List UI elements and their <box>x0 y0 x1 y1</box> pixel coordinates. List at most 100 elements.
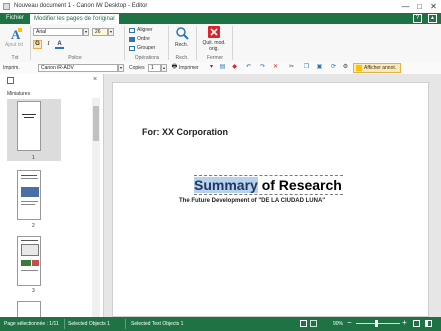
thumb-image <box>21 260 31 266</box>
font-size-dropdown[interactable]: ▾ <box>108 28 114 36</box>
thumb-line <box>21 178 38 179</box>
thumb-line <box>21 201 38 202</box>
bookmark-icon[interactable]: ◆ <box>231 64 238 71</box>
thumbnail-page-3[interactable] <box>17 236 41 286</box>
copies-stepper[interactable]: ▴ <box>161 64 167 72</box>
single-page-view-icon[interactable] <box>300 320 307 327</box>
print-button[interactable]: Imprimer <box>179 65 199 71</box>
thumb-image <box>21 187 39 197</box>
align-button[interactable]: Aligner <box>137 27 153 33</box>
printer-dropdown[interactable]: ▾ <box>118 64 124 72</box>
thumb-line <box>21 204 35 205</box>
search-icon[interactable] <box>175 26 189 40</box>
thumb-line <box>24 117 34 118</box>
ribbon-tab-bar: Fichier Modifier les pages de l'original… <box>0 13 441 24</box>
status-separator <box>125 319 126 329</box>
thumb-line <box>21 175 37 176</box>
ribbon-separator <box>124 26 125 60</box>
minimize-button[interactable]: — <box>400 1 411 12</box>
selected-objects-status: Selected Objects 1 <box>68 321 110 327</box>
group-icon[interactable] <box>129 46 135 51</box>
title-highlight[interactable]: Summary <box>194 177 258 193</box>
font-name-dropdown[interactable]: ▾ <box>83 28 89 36</box>
font-color-button[interactable]: A <box>55 40 64 49</box>
delete-icon[interactable]: ✕ <box>272 64 279 71</box>
printer-icon[interactable]: 🖶 <box>171 64 178 71</box>
rotate-icon[interactable]: ⟳ <box>330 64 337 71</box>
group-button[interactable]: Grouper <box>137 45 155 51</box>
add-text-icon[interactable]: A <box>9 27 23 42</box>
printer-label: Imprim. <box>3 65 20 71</box>
thumbnail-number: 2 <box>32 223 35 229</box>
page-title[interactable]: Summary of Research <box>194 177 342 194</box>
thumbnails-title: Miniatures <box>7 91 31 97</box>
cut-icon[interactable]: ✂ <box>288 64 295 71</box>
tab-file[interactable]: Fichier <box>2 13 28 24</box>
ribbon-collapse-icon[interactable]: ▴ <box>428 14 437 23</box>
thumbnail-page-1[interactable] <box>17 101 41 151</box>
selected-text-objects-status: Selected Text Objects 1 <box>131 321 184 327</box>
document-icon[interactable]: ▤ <box>219 64 226 71</box>
undo-icon[interactable]: ↶ <box>245 64 252 71</box>
show-annotations-button[interactable]: Afficher annot. <box>353 63 401 73</box>
maximize-button[interactable]: □ <box>414 1 425 12</box>
zoom-out-button[interactable]: − <box>347 318 352 327</box>
status-separator <box>64 319 65 329</box>
annotation-icon <box>356 65 362 71</box>
fit-page-icon[interactable] <box>413 320 420 327</box>
ribbon-separator <box>196 26 197 60</box>
close-group-label: Fermer <box>206 55 224 61</box>
italic-button[interactable]: I <box>44 40 53 49</box>
redo-icon[interactable]: ↷ <box>259 64 266 71</box>
title-rest[interactable]: of Research <box>258 177 342 193</box>
thumb-line <box>21 240 38 241</box>
dropdown-arrow-icon[interactable]: ▾ <box>208 64 215 71</box>
paste-icon[interactable]: ▣ <box>316 64 323 71</box>
order-button[interactable]: Ordre <box>137 36 150 42</box>
operations-group-label: Opérations <box>134 55 160 61</box>
copies-label: Copies <box>129 65 145 71</box>
close-panel-icon[interactable]: × <box>93 76 97 83</box>
ribbon-separator <box>30 26 31 60</box>
ribbon-separator <box>232 26 233 60</box>
search-button[interactable]: Rech. <box>175 42 188 48</box>
zoom-in-button[interactable]: + <box>402 318 407 327</box>
font-size-field[interactable]: 26 <box>92 28 108 36</box>
thumbnail-page-2[interactable] <box>17 170 41 220</box>
help-icon[interactable]: ? <box>413 14 422 23</box>
thumb-line <box>21 270 38 271</box>
thumb-line <box>22 114 36 115</box>
zoom-slider-track[interactable] <box>356 323 400 324</box>
bold-button[interactable]: G <box>33 40 42 49</box>
app-icon <box>3 3 10 10</box>
page-subtitle[interactable]: The Future Development of "DE LA CIUDAD … <box>179 198 325 204</box>
settings-icon[interactable]: ⚙ <box>342 64 349 71</box>
text-box-border <box>194 194 343 196</box>
order-icon[interactable] <box>129 37 135 42</box>
close-button[interactable]: ✕ <box>428 1 439 12</box>
thumbnail-page-4[interactable] <box>17 301 41 317</box>
add-text-label[interactable]: Ajout txt <box>5 42 23 48</box>
thumb-table <box>21 244 39 256</box>
two-page-view-icon[interactable] <box>310 320 317 327</box>
font-group-label: Police <box>68 55 82 61</box>
font-name-field[interactable]: Arial <box>33 28 83 36</box>
show-annotations-label: Afficher annot. <box>364 65 397 71</box>
fit-width-icon[interactable] <box>425 320 432 327</box>
copy-icon[interactable]: ❐ <box>303 64 310 71</box>
for-line-text[interactable]: For: XX Corporation <box>142 127 228 137</box>
printer-select[interactable]: Canon iR-ADV <box>38 64 118 72</box>
close-edit-icon[interactable] <box>208 26 220 38</box>
scrollbar-thumb[interactable] <box>93 106 99 141</box>
copies-field[interactable]: 1 <box>148 64 161 72</box>
ribbon-separator <box>168 26 169 60</box>
zoom-slider-thumb[interactable] <box>375 320 378 327</box>
close-edit-button[interactable]: Quit. mod. orig. <box>200 40 228 52</box>
thumbnail-number: 1 <box>32 155 35 161</box>
thumb-image <box>32 260 39 266</box>
thumbnail-view-icon[interactable] <box>7 77 14 84</box>
align-icon[interactable] <box>129 28 135 33</box>
thumbnails-scrollbar[interactable] <box>92 98 100 317</box>
tab-edit-original-pages[interactable]: Modifier les pages de l'original <box>30 13 119 24</box>
text-group-label: Txt <box>11 55 19 61</box>
